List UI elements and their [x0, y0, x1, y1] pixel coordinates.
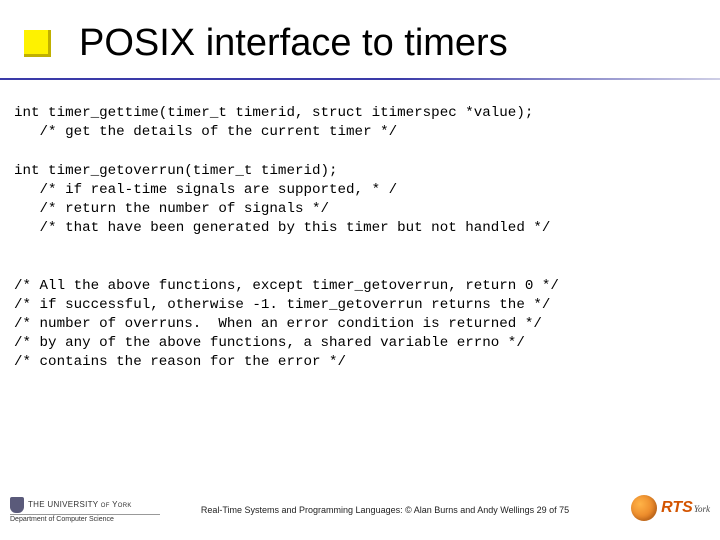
department-name: Department of Computer Science — [10, 516, 160, 524]
slide: POSIX interface to timers int timer_gett… — [0, 0, 720, 540]
globe-icon — [631, 495, 657, 521]
code-block: int timer_gettime(timer_t timerid, struc… — [14, 104, 706, 372]
university-logo: THE UNIVERSITY of York Department of Com… — [10, 497, 160, 524]
title-row: POSIX interface to timers — [24, 8, 696, 78]
rts-text: RTS — [661, 499, 693, 516]
university-name: THE UNIVERSITY of York — [28, 500, 132, 509]
footer-caption: Real-Time Systems and Programming Langua… — [160, 505, 610, 515]
rts-logo: RTSYork — [610, 495, 710, 526]
rts-sub: York — [694, 504, 710, 514]
footer: THE UNIVERSITY of York Department of Com… — [10, 486, 710, 534]
title-bullet-icon — [24, 30, 51, 57]
title-underline — [0, 78, 720, 80]
slide-title: POSIX interface to timers — [79, 22, 508, 65]
shield-icon — [10, 497, 24, 513]
